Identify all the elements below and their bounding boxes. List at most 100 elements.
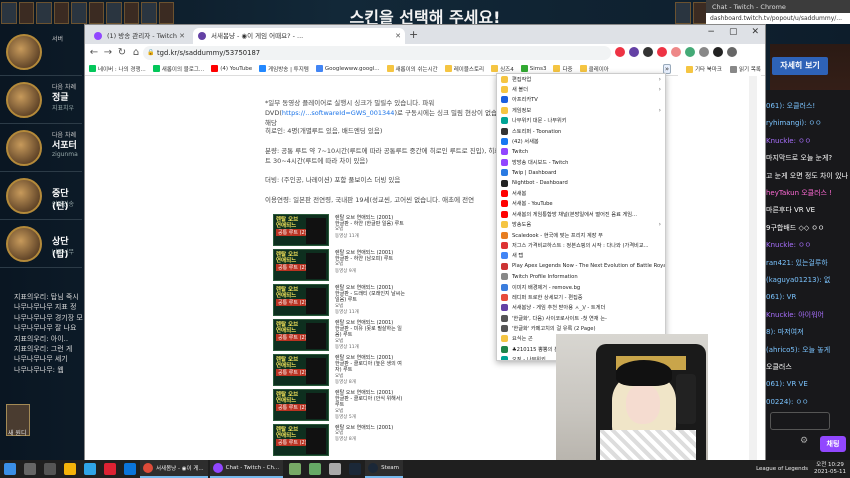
new-tab-button[interactable]: + [409,28,418,41]
bookmark-menu-item[interactable]: 새 볼더 › [497,84,665,94]
app-icon[interactable] [104,463,116,475]
lol-slot-5[interactable]: 상단 (탑) 나무나무 [0,220,82,268]
close-tab-icon[interactable]: ✕ [395,28,401,44]
app-icon[interactable] [329,463,342,475]
bookmark-menu-item[interactable]: 새 탭 [497,251,665,261]
playlist-thumbnail[interactable]: 렌탈 오브 연애되느 공통 루트 (2) [273,249,329,281]
bookmark-item[interactable]: 다중 [553,65,573,73]
lol-slot-4[interactable]: 중단 (턴) 이미건송 [0,172,82,220]
bookmark-menu-item[interactable]: 레디퍼 트로한 상세보기 - 편집중 [497,292,665,302]
bookmark-menu-item[interactable]: 서새봄의 게임통합방 채널(본방일에서 떨어진 음료 게임... [497,209,665,219]
profile-avatar[interactable] [713,47,723,57]
playlist-item[interactable]: 렌탈 오브 연애되느 공통 루트 (2) 렌탈 오브 연애되느 (2001) 한글판… [273,247,463,282]
playlist-item[interactable]: 렌탈 오브 연애되느 공통 루트 (2) 렌탈 오브 연애되느 (2001) 요법 동… [273,422,463,457]
dvd-link[interactable]: https://...softwareId=GWS_001344 [282,109,395,117]
app-icon[interactable] [289,463,302,475]
playlist-thumbnail[interactable]: 렌탈 오브 연애되느 공통 루트 (2) [273,284,329,316]
address-bar[interactable]: 🔒 tgd.kr/s/saddummy/53750187 [143,46,611,60]
playlist-item[interactable]: 렌탈 오브 연애되느 공통 루트 (2) 렌탈 오브 연애되느 (2001) 한글판… [273,387,463,422]
extension-icon[interactable] [629,47,639,57]
search-icon[interactable] [24,463,36,475]
bookmark-menu-item[interactable]: 저그스 가격비교하스트 : 정본쇼핑의 시작 : 다나와 (가격비교... [497,240,665,250]
view-details-button[interactable]: 자세히 보기 [772,57,828,75]
bookmark-item[interactable]: 게임방송 | 투지템 [259,65,309,73]
task-view-icon[interactable] [44,463,56,475]
photoshop-icon[interactable] [84,463,96,475]
bookmark-menu-item[interactable]: 아프리카TV [497,95,665,105]
home-button[interactable]: ⌂ [129,46,143,60]
bookmark-menu-item[interactable]: 방방송 대시보드 - Twitch [497,157,665,167]
extension-icon[interactable] [657,47,667,57]
chat-url-bar[interactable]: dashboard.twitch.tv/popout/u/saddummy/..… [706,13,850,24]
bookmark-menu-item[interactable]: 스토리퍼 - Toonation [497,126,665,136]
playlist-item[interactable]: 렌탈 오브 연애되느 공통 루트 (2) 렌탈 오브 연애되느 (2001) 한글판… [273,282,463,317]
close-window-button[interactable]: ✕ [751,27,759,37]
playlist-item[interactable]: 렌탈 오브 연애되느 공통 루트 (2) 렌탈 오브 연애되느 (2001) 한글판… [273,212,463,247]
extension-icon[interactable] [643,47,653,57]
tab-tgd[interactable]: 서새봄냥 - ◉이 게임 어때요? - ... ✕ [193,28,405,44]
bookmark-menu-item[interactable]: (42) 서새봄 [497,136,665,146]
bookmark-menu-item[interactable]: Play Apex Legends Now - The Next Evoluti… [497,261,665,271]
explorer-icon[interactable] [64,463,76,475]
playlist-thumbnail[interactable]: 렌탈 오브 연애되느 공통 루트 (2) [273,424,329,456]
bookmark-menu-item[interactable]: '한글화', 다음) 사이코로사이트 -첫 연재 는- [497,313,665,323]
reading-list[interactable]: 읽기 목록 [730,65,761,73]
playlist-item[interactable]: 렌탈 오브 연애되느 공통 루트 (2) 렌탈 오브 연애되느 (2001) 한글판… [273,317,463,352]
bookmark-menu-item[interactable]: Twitch [497,147,665,157]
minimize-button[interactable]: − [707,27,715,37]
lol-slot-3[interactable]: 다음 차례 서포터 zigunma [0,124,82,172]
extension-icon[interactable] [699,47,709,57]
forward-button[interactable]: → [101,46,115,60]
bookmark-menu-item[interactable]: Scaledook - 현국에 맞는 프리지 계장 부 [497,230,665,240]
bookmark-item[interactable]: 네이버 : 나의 경쟁... [89,65,146,73]
reload-button[interactable]: ↻ [115,46,129,60]
extension-icon[interactable] [685,47,695,57]
other-bookmarks[interactable]: 기타 북마크 [685,65,722,73]
bookmark-menu-item[interactable]: 나무위키 대문 - 나무위키 [497,116,665,126]
lol-task[interactable]: League of Legends [756,466,808,472]
app-icon[interactable] [309,463,322,475]
bookmark-menu-item[interactable]: Twip | Dashboard [497,168,665,178]
tab-twitch-manager[interactable]: (1) 방송 관리자 - Twitch ✕ [89,28,189,44]
page-scrollbar[interactable] [749,76,757,461]
lol-slot-2[interactable]: 다음 차례 정글 지표치우 [0,76,82,124]
menu-icon[interactable] [727,47,737,57]
maximize-button[interactable]: ▢ [729,27,738,37]
bookmark-item[interactable]: 레이블스토리 [444,65,484,73]
bookmark-menu-item[interactable]: 서새봄 [497,188,665,198]
steam-icon[interactable] [349,463,362,475]
bookmark-menu-item[interactable]: Nightbot - Dashboard [497,178,665,188]
lol-slot-1[interactable]: 서버 [0,28,82,76]
playlist-thumbnail[interactable]: 렌탈 오브 연애되느 공통 루트 (2) [273,389,329,421]
bookmark-item[interactable]: 싱즈4 [491,65,514,73]
start-icon[interactable] [4,463,16,475]
chat-send-button[interactable]: 채팅 [820,436,846,452]
taskbar-chrome-chat[interactable]: Chat - Twitch - Ch... [209,460,284,478]
bookmark-menu-item[interactable]: 서새봄 - YouTube [497,199,665,209]
chat-input[interactable] [770,412,830,430]
bookmark-item[interactable]: Googlewww.googl... [315,65,380,72]
bookmark-menu-item[interactable]: Twitch Profile Information [497,271,665,281]
back-button[interactable]: ← [87,46,101,60]
playlist-item[interactable]: 렌탈 오브 연애되느 공통 루트 (2) 렌탈 오브 연애되느 (2001) 한글판… [273,352,463,387]
taskbar-chrome-tgd[interactable]: 서새봄냥 - ◉이 게... [140,460,208,478]
extension-icon[interactable] [615,47,625,57]
bookmark-item[interactable]: (4) YouTube [211,65,252,72]
chat-settings-icon[interactable]: ⚙ [800,436,808,446]
bookmark-menu-item[interactable]: 서새봄냥 - 게임 추천 받아용 ㅅ_)/ - 트게더 [497,303,665,313]
bookmark-menu-item[interactable]: 편집작업 › [497,74,665,84]
clock[interactable]: 오전 10:29 2021-05-11 [814,462,846,476]
bookmark-menu-item[interactable]: 이미지 배경제거 - remove.bg [497,282,665,292]
bookmark-menu-item[interactable]: '한글화' 카페고치의 걸 유록 (2 Page) [497,323,665,333]
bookmark-item[interactable]: 새롭이의 블로그... [152,65,204,73]
bookmark-menu-item[interactable]: 방송도움 › [497,219,665,229]
playlist-thumbnail[interactable]: 렌탈 오브 연애되느 공통 루트 (2) [273,214,329,246]
taskbar-steam[interactable]: Steam [365,460,403,478]
extension-icon[interactable] [671,47,681,57]
bookmark-item[interactable]: 새롭이의 쉬는시간 [386,65,438,73]
edge-icon[interactable] [124,463,136,475]
close-tab-icon[interactable]: ✕ [179,28,185,44]
bookmark-menu-item[interactable]: 게임정보 › [497,105,665,115]
bookmark-item[interactable]: Sims3 [520,65,546,72]
bookmark-item[interactable]: 클레이아 [579,65,609,73]
